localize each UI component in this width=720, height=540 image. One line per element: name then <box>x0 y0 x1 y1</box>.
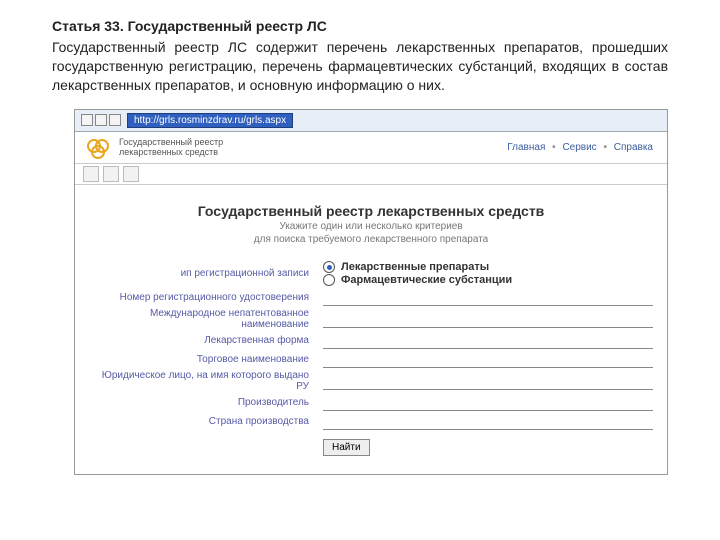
label-form: Лекарственная форма <box>89 335 313 346</box>
nav-icon[interactable] <box>109 114 121 126</box>
input-mnn[interactable] <box>323 313 653 328</box>
url-field[interactable]: http://grls.rosminzdrav.ru/grls.aspx <box>127 113 293 128</box>
label-trade: Торговое наименование <box>89 354 313 365</box>
site-logo-text: Государственный реестр лекарственных сре… <box>119 138 223 158</box>
input-trade[interactable] <box>323 353 653 368</box>
nav-icon[interactable] <box>95 114 107 126</box>
nav-home[interactable]: Главная <box>505 142 547 153</box>
content-subtitle: Укажите один или несколько критериев для… <box>89 221 653 246</box>
radio-drugs[interactable] <box>323 261 335 273</box>
label-reg-num: Номер регистрационного удостоверения <box>89 292 313 303</box>
input-producer[interactable] <box>323 396 653 411</box>
nav-help[interactable]: Справка <box>612 142 655 153</box>
label-holder: Юридическое лицо, на имя которого выдано… <box>89 370 313 392</box>
toolbar-button[interactable] <box>83 166 99 182</box>
site-header: Государственный реестр лекарственных сре… <box>75 132 667 165</box>
label-mnn: Международное непатентованное наименован… <box>89 308 313 330</box>
radio-substances[interactable] <box>323 274 335 286</box>
radio-drugs-label: Лекарственные препараты <box>341 261 489 273</box>
input-form[interactable] <box>323 334 653 349</box>
radio-substances-label: Фармацевтические субстанции <box>341 274 512 286</box>
search-button[interactable]: Найти <box>323 439 370 456</box>
article-body: Государственный реестр ЛС содержит переч… <box>52 38 668 95</box>
top-nav: Главная • Сервис • Справка <box>505 142 655 153</box>
toolbar <box>75 164 667 185</box>
toolbar-button[interactable] <box>123 166 139 182</box>
content-title: Государственный реестр лекарственных сре… <box>89 203 653 219</box>
label-country: Страна производства <box>89 416 313 427</box>
input-holder[interactable] <box>323 375 653 390</box>
nav-icon[interactable] <box>81 114 93 126</box>
label-producer: Производитель <box>89 397 313 408</box>
browser-window: http://grls.rosminzdrav.ru/grls.aspx Гос… <box>74 109 668 476</box>
nav-service[interactable]: Сервис <box>560 142 598 153</box>
address-bar: http://grls.rosminzdrav.ru/grls.aspx <box>75 110 667 132</box>
article-title: Статья 33. Государственный реестр ЛС <box>52 18 668 34</box>
label-record-type: ип регистрационной записи <box>89 268 313 279</box>
site-logo-icon <box>87 139 113 157</box>
input-reg-num[interactable] <box>323 291 653 306</box>
input-country[interactable] <box>323 415 653 430</box>
toolbar-button[interactable] <box>103 166 119 182</box>
